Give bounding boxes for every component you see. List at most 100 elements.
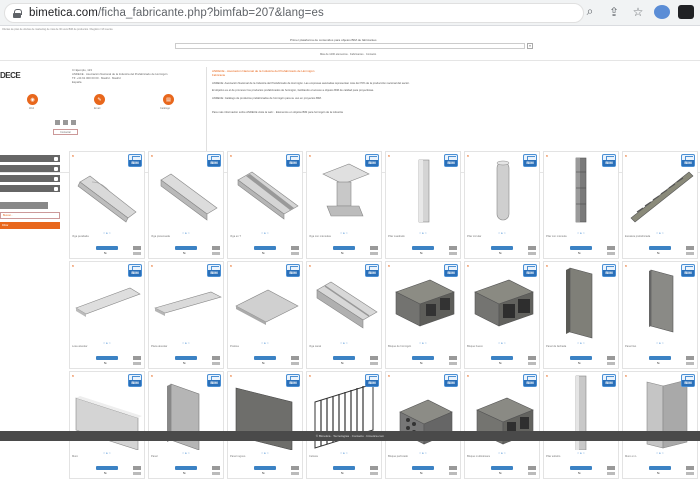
catalog-icon[interactable]: ▤ — [163, 94, 174, 105]
filter-dropdown[interactable] — [0, 155, 60, 162]
product-card[interactable]: B BIM ☆ ★ ☆ Pilar esbelto 5k — [543, 371, 619, 479]
contact-button[interactable]: Contactar — [53, 129, 78, 135]
download-button[interactable] — [333, 466, 355, 470]
lock-icon[interactable] — [13, 8, 22, 18]
download-button[interactable] — [412, 466, 434, 470]
product-name[interactable]: Pilar con ménsula — [546, 235, 618, 238]
product-card[interactable]: B BIM ☆ ★ ☆ Muro en L 5k — [622, 371, 698, 479]
product-card[interactable]: B BIM ☆ ★ ☆ Prelosa 5k — [227, 261, 303, 369]
file-size: 5k — [341, 472, 344, 475]
product-card[interactable]: B BIM ☆ ★ ☆ Panel 5k — [148, 371, 224, 479]
sub-navigation[interactable]: Más de 1200 elementos · Fabricantes · Co… — [320, 53, 376, 56]
product-name[interactable]: Panel de fachada — [546, 345, 618, 348]
download-button[interactable] — [649, 356, 671, 360]
product-name[interactable]: Panel rugoso — [230, 455, 302, 458]
product-name[interactable]: Bloque perforado — [388, 455, 460, 458]
filter-dropdown[interactable] — [0, 175, 60, 182]
download-button[interactable] — [175, 246, 197, 250]
product-name[interactable]: Viga peraltada — [72, 235, 144, 238]
product-card[interactable]: B BIM ☆ ★ ☆ Panel liso 5k — [622, 261, 698, 369]
download-button[interactable] — [491, 356, 513, 360]
product-name[interactable]: Losa alveolar — [72, 345, 144, 348]
search-input[interactable] — [175, 43, 525, 49]
product-name[interactable]: Viga en T — [230, 235, 302, 238]
email-icon[interactable]: ✎ — [94, 94, 105, 105]
product-card[interactable]: B BIM ☆ ★ ☆ Panel rugoso 5k — [227, 371, 303, 479]
url-text[interactable]: bimetica.com/ficha_fabricante.php?bimfab… — [29, 7, 324, 19]
search-button[interactable]: » — [527, 43, 533, 49]
bim-badge-icon: BIM — [207, 154, 221, 167]
product-card[interactable]: B BIM ☆ ★ ☆ Viga pretensada 5k — [148, 151, 224, 259]
social-icon[interactable] — [71, 120, 76, 125]
product-name[interactable]: Escalera prefabricada — [625, 235, 697, 238]
product-name[interactable]: Pilar circular — [467, 235, 539, 238]
zoom-icon[interactable]: ⌕ — [582, 4, 598, 19]
download-button[interactable] — [254, 466, 276, 470]
product-name[interactable]: Pilar cuadrado — [388, 235, 460, 238]
product-name[interactable]: Muro en L — [625, 455, 697, 458]
download-button[interactable] — [570, 246, 592, 250]
bim-badge-icon: BIM — [602, 264, 616, 277]
product-card[interactable]: B BIM ☆ ★ ☆ Viga en T 5k — [227, 151, 303, 259]
download-button[interactable] — [254, 246, 276, 250]
product-card[interactable]: B BIM ☆ ★ ☆ Viga peraltada 5k — [69, 151, 145, 259]
filter-search-input[interactable]: Buscar... — [0, 212, 60, 219]
product-name[interactable]: Prelosa — [230, 345, 302, 348]
download-button[interactable] — [491, 246, 513, 250]
product-name[interactable]: Panel liso — [625, 345, 697, 348]
product-card[interactable]: B BIM ☆ ★ ☆ Viga canal 5k — [306, 261, 382, 369]
product-card[interactable]: B BIM ☆ ★ ☆ Bloque perforado 5k — [385, 371, 461, 479]
product-card[interactable]: B BIM ☆ ★ ☆ Escalera prefabricada 5k — [622, 151, 698, 259]
product-card[interactable]: B BIM ☆ ★ ☆ Pilar con ménsula 5k — [543, 151, 619, 259]
download-button[interactable] — [412, 246, 434, 250]
filter-bar[interactable] — [0, 202, 48, 209]
download-button[interactable] — [570, 356, 592, 360]
extension-icon[interactable] — [654, 4, 670, 19]
filter-dropdown[interactable] — [0, 185, 60, 192]
download-button[interactable] — [491, 466, 513, 470]
download-button[interactable] — [254, 356, 276, 360]
download-button[interactable] — [570, 466, 592, 470]
product-card[interactable]: B BIM ☆ ★ ☆ Bloque de hormigón 5k — [385, 261, 461, 369]
product-name[interactable]: Bloque multicámara — [467, 455, 539, 458]
product-name[interactable]: Viga con ménsulas — [309, 235, 381, 238]
product-name[interactable]: Bloque hueco — [467, 345, 539, 348]
web-icon[interactable]: ◉ — [27, 94, 38, 105]
product-card[interactable]: B BIM ☆ ★ ☆ Bloque multicámara 5k — [464, 371, 540, 479]
product-card[interactable]: B BIM ☆ ★ ☆ Panel de fachada 5k — [543, 261, 619, 369]
product-name[interactable]: Viga pretensada — [151, 235, 223, 238]
download-button[interactable] — [333, 356, 355, 360]
download-button[interactable] — [96, 466, 118, 470]
filter-dropdown[interactable] — [0, 165, 60, 172]
product-name[interactable]: Celosía — [309, 455, 381, 458]
product-card[interactable]: B BIM ☆ ★ ☆ Placa alveolar 5k — [148, 261, 224, 369]
download-button[interactable] — [649, 466, 671, 470]
product-name[interactable]: Muro — [72, 455, 144, 458]
product-name[interactable]: Viga canal — [309, 345, 381, 348]
product-name[interactable]: Bloque de hormigón — [388, 345, 460, 348]
extension-icon[interactable] — [678, 4, 694, 19]
address-bar[interactable]: bimetica.com/ficha_fabricante.php?bimfab… — [4, 3, 584, 23]
product-card[interactable]: B BIM ☆ ★ ☆ Pilar cuadrado 5k — [385, 151, 461, 259]
share-icon[interactable]: ⇪ — [606, 5, 622, 19]
product-card[interactable]: B BIM ☆ ★ ☆ Losa alveolar 5k — [69, 261, 145, 369]
social-icon[interactable] — [63, 120, 68, 125]
product-card[interactable]: B BIM ☆ ★ ☆ Celosía 5k — [306, 371, 382, 479]
download-button[interactable] — [412, 356, 434, 360]
product-name[interactable]: Placa alveolar — [151, 345, 223, 348]
download-button[interactable] — [96, 246, 118, 250]
bookmark-star-icon[interactable]: ☆ — [630, 5, 646, 19]
product-card[interactable]: B BIM ☆ ★ ☆ Bloque hueco 5k — [464, 261, 540, 369]
social-icon[interactable] — [55, 120, 60, 125]
product-name[interactable]: Pilar esbelto — [546, 455, 618, 458]
product-card[interactable]: B BIM ☆ ★ ☆ Viga con ménsulas 5k — [306, 151, 382, 259]
download-button[interactable] — [333, 246, 355, 250]
download-button[interactable] — [175, 356, 197, 360]
download-button[interactable] — [175, 466, 197, 470]
product-name[interactable]: Panel — [151, 455, 223, 458]
download-button[interactable] — [649, 246, 671, 250]
product-card[interactable]: B BIM ☆ ★ ☆ Muro 5k — [69, 371, 145, 479]
product-card[interactable]: B BIM ☆ ★ ☆ Pilar circular 5k — [464, 151, 540, 259]
download-button[interactable] — [96, 356, 118, 360]
filter-apply-button[interactable]: Filtrar — [0, 222, 60, 229]
